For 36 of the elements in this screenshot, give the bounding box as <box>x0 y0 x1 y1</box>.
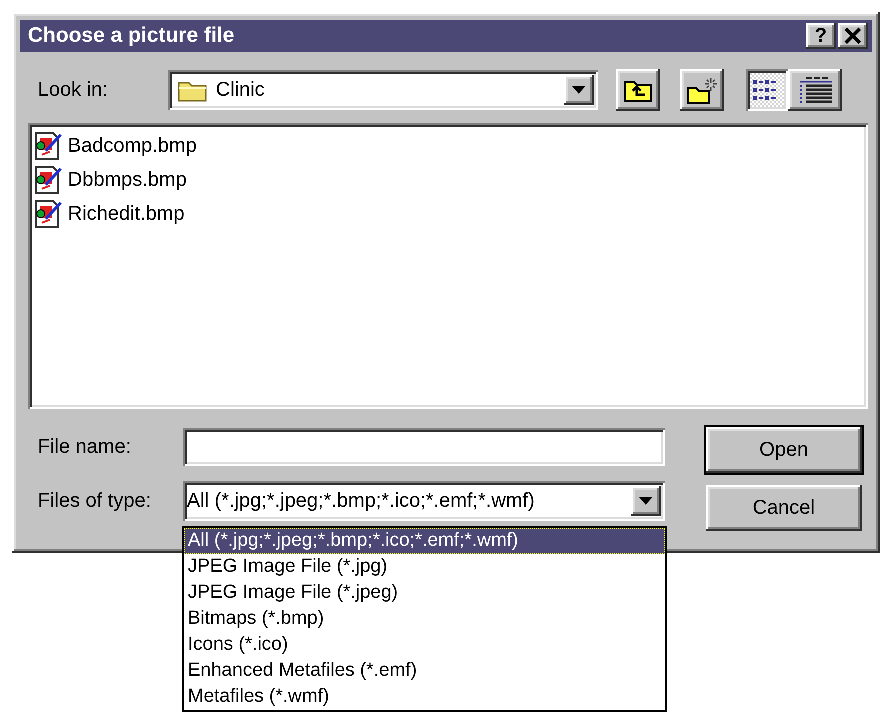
dropdown-arrow-icon <box>639 497 653 505</box>
file-item[interactable]: Badcomp.bmp <box>68 134 197 158</box>
look-in-label: Look in: <box>37 78 110 102</box>
details-view-button[interactable] <box>788 69 842 111</box>
file-type-option[interactable]: Enhanced Metafiles (*.emf) <box>184 658 665 684</box>
file-type-option[interactable]: JPEG Image File (*.jpeg) <box>184 580 665 606</box>
dropdown-arrow-icon <box>572 86 586 94</box>
cancel-button[interactable]: Cancel <box>706 485 862 531</box>
file-type-option[interactable]: Icons (*.ico) <box>184 632 665 658</box>
folder-name: Clinic <box>216 78 265 102</box>
bitmap-file-icon <box>34 165 64 195</box>
file-name-field[interactable] <box>183 428 665 466</box>
file-item[interactable]: Richedit.bmp <box>68 202 185 226</box>
file-type-option[interactable]: Bitmaps (*.bmp) <box>184 606 665 632</box>
file-type-option[interactable]: Metafiles (*.wmf) <box>184 684 665 710</box>
file-list[interactable]: Badcomp.bmp Dbbmps.bmp Richedit.bmp <box>28 123 868 409</box>
file-name-label: File name: <box>37 436 132 458</box>
file-type-option[interactable]: JPEG Image File (*.jpg) <box>184 554 665 580</box>
selected-type: All (*.jpg;*.jpeg;*.bmp;*.ico;*.emf;*.wmf) <box>187 490 536 512</box>
window-title: Choose a picture file <box>28 24 236 48</box>
files-of-type-label: Files of type: <box>37 490 152 512</box>
file-item[interactable]: Dbbmps.bmp <box>68 168 187 192</box>
look-in-dropdown[interactable]: Clinic <box>168 70 598 110</box>
details-view-icon <box>798 76 832 104</box>
close-icon <box>844 27 862 45</box>
files-of-type-dropdown[interactable]: All (*.jpg;*.jpeg;*.bmp;*.ico;*.emf;*.wmf) <box>183 481 665 521</box>
new-folder-icon <box>686 76 718 104</box>
new-folder-button[interactable] <box>680 69 724 111</box>
bitmap-file-icon <box>34 199 64 229</box>
list-view-button[interactable] <box>746 69 788 111</box>
up-one-level-button[interactable] <box>616 69 660 111</box>
bitmap-file-icon <box>34 131 64 161</box>
help-button[interactable]: ? <box>806 23 836 49</box>
open-button[interactable]: Open <box>706 427 862 473</box>
file-type-option[interactable]: All (*.jpg;*.jpeg;*.bmp;*.ico;*.emf;*.wmf) <box>184 528 665 554</box>
close-button[interactable] <box>838 23 868 49</box>
